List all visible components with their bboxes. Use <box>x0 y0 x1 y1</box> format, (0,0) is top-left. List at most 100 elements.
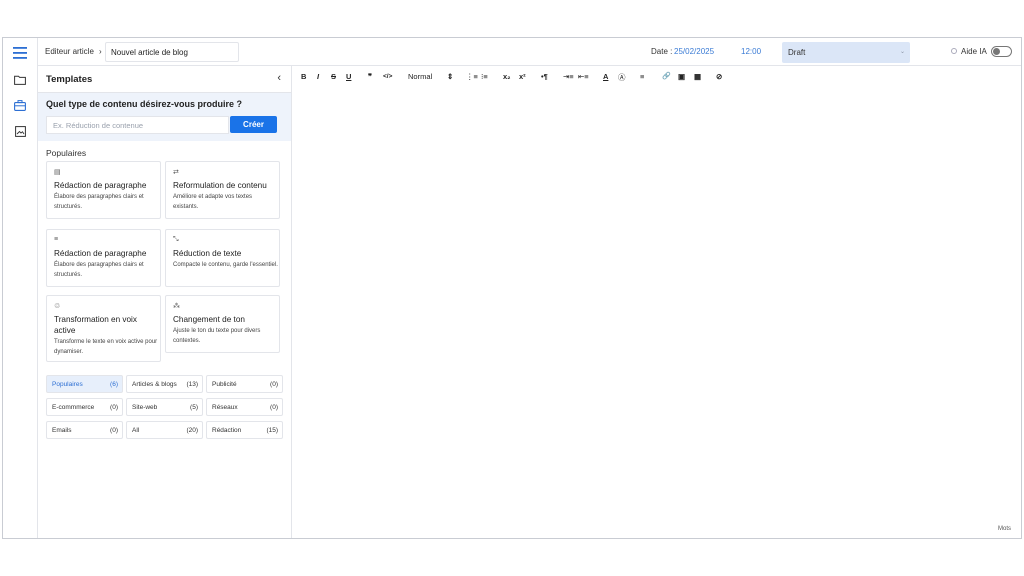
chip-label: Populaires <box>52 381 83 388</box>
chip-count: (0) <box>110 404 118 411</box>
folder-icon[interactable] <box>11 71 29 89</box>
category-chip-redaction[interactable]: Rédaction (15) <box>206 421 283 439</box>
category-chip-site-web[interactable]: Site-web (5) <box>126 398 203 416</box>
category-chip-all[interactable]: All (20) <box>126 421 203 439</box>
card-title: Rédaction de paragraphe <box>54 181 147 190</box>
video-insert-icon[interactable]: ▦ <box>694 72 701 81</box>
category-chip-publicite[interactable]: Publicité (0) <box>206 375 283 393</box>
chip-count: (15) <box>266 427 278 434</box>
template-card[interactable]: ⁂ Changement de ton Ajuste le ton du tex… <box>165 295 280 353</box>
card-title: Rédaction de paragraphe <box>54 249 147 258</box>
panel-header: Templates ‹ <box>38 66 291 93</box>
card-description: Compacte le contenu, garde l'essentiel. <box>173 262 278 268</box>
category-chip-emails[interactable]: Emails (0) <box>46 421 123 439</box>
status-value: Draft <box>788 48 806 57</box>
chip-count: (0) <box>270 381 278 388</box>
chip-count: (5) <box>190 404 198 411</box>
template-card[interactable]: ⤡ Réduction de texte Compacte le contenu… <box>165 229 280 287</box>
bold-button[interactable]: B <box>301 72 306 81</box>
subscript-button[interactable]: x₂ <box>503 72 511 81</box>
template-card[interactable]: ≡ Rédaction de paragraphe Élabore des pa… <box>46 229 161 287</box>
card-description: Élabore des paragraphes clairs et struct… <box>54 194 144 210</box>
date-label: Date : <box>651 47 673 56</box>
card-title: Réduction de texte <box>173 249 242 258</box>
question-heading: Quel type de contenu désirez-vous produi… <box>46 99 243 109</box>
list-icon: ≡ <box>54 236 59 243</box>
breadcrumb-separator: › <box>99 47 102 56</box>
panel-title: Templates <box>46 74 93 85</box>
card-description: Élabore des paragraphes clairs et struct… <box>54 262 144 278</box>
date-value[interactable]: 25/02/2025 <box>674 47 714 56</box>
popular-heading: Populaires <box>46 148 87 158</box>
chip-count: (6) <box>110 381 118 388</box>
card-title: Changement de ton <box>173 315 245 324</box>
chip-count: (13) <box>186 381 198 388</box>
templates-panel: Templates ‹ Quel type de contenu désirez… <box>38 66 292 538</box>
paragraph-icon: ▤ <box>54 169 61 176</box>
menu-icon[interactable] <box>11 44 29 62</box>
style-select[interactable]: Normal <box>408 72 432 81</box>
article-title-input[interactable] <box>105 42 239 62</box>
card-title: Reformulation de contenu <box>173 181 267 190</box>
word-count-label: Mots <box>997 526 1011 532</box>
card-description: Ajuste le ton du texte pour divers conte… <box>173 328 261 344</box>
template-card[interactable]: ▤ Rédaction de paragraphe Élabore des pa… <box>46 161 161 219</box>
italic-button[interactable]: I <box>317 72 319 81</box>
code-button[interactable]: </> <box>383 73 392 80</box>
align-button[interactable]: ≡ <box>640 72 644 81</box>
chip-label: Site-web <box>132 404 158 411</box>
header-bar: Editeur article › Date : 25/02/2025 12:0… <box>38 38 1021 66</box>
font-color-button[interactable]: A <box>603 72 608 81</box>
collapse-icon[interactable]: ‹ <box>277 72 281 84</box>
tone-icon: ⁂ <box>173 303 180 310</box>
strike-button[interactable]: S <box>331 72 336 81</box>
left-rail <box>3 38 38 538</box>
card-description: Améliore et adapte vos textes existants. <box>173 194 253 210</box>
image-icon[interactable] <box>11 122 29 140</box>
question-box: Quel type de contenu désirez-vous produi… <box>38 93 291 141</box>
chip-label: All <box>132 427 140 434</box>
ai-info-icon <box>951 48 957 54</box>
chip-label: E-commmerce <box>52 404 95 411</box>
chip-count: (0) <box>110 427 118 434</box>
template-card[interactable]: ♲ Transformation en voix active Transfor… <box>46 295 161 362</box>
editor-window: Editeur article › Date : 25/02/2025 12:0… <box>2 37 1022 539</box>
category-chip-ecommerce[interactable]: E-commmerce (0) <box>46 398 123 416</box>
outdent-button[interactable]: ⇤≡ <box>578 72 589 81</box>
status-select[interactable]: Draft ⌄ <box>782 42 910 63</box>
chip-count: (20) <box>186 427 198 434</box>
indent-button[interactable]: ⇥≡ <box>563 72 574 81</box>
transform-icon: ♲ <box>54 303 61 310</box>
text-direction-button[interactable]: •¶ <box>541 72 548 81</box>
briefcase-icon[interactable] <box>11 96 29 114</box>
underline-button[interactable]: U <box>346 72 351 81</box>
ai-label: Aide IA <box>961 47 987 56</box>
clear-format-icon[interactable]: ⊘ <box>716 72 722 81</box>
chip-label: Publicité <box>212 381 237 388</box>
style-chevron-icon[interactable]: ⇕ <box>447 72 453 81</box>
chip-count: (0) <box>270 404 278 411</box>
ordered-list-button[interactable]: ⋮≡ <box>466 72 478 81</box>
format-toolbar: B I S U ❞ </> Normal ⇕ ⋮≡ ⁝≡ x₂ x² •¶ ⇥≡… <box>292 66 1021 88</box>
chip-label: Réseaux <box>212 404 238 411</box>
link-icon[interactable]: 🔗 <box>662 72 671 80</box>
time-value[interactable]: 12:00 <box>741 47 761 56</box>
bullet-list-button[interactable]: ⁝≡ <box>481 72 488 81</box>
category-chip-populaires[interactable]: Populaires (6) <box>46 375 123 393</box>
category-chip-articles[interactable]: Articles & blogs (13) <box>126 375 203 393</box>
template-card[interactable]: ⇄ Reformulation de contenu Améliore et a… <box>165 161 280 219</box>
shrink-icon: ⤡ <box>173 236 179 243</box>
superscript-button[interactable]: x² <box>519 72 526 81</box>
create-button[interactable]: Créer <box>230 116 277 133</box>
chip-label: Articles & blogs <box>132 381 177 388</box>
quote-button[interactable]: ❞ <box>368 72 372 81</box>
content-type-input[interactable] <box>46 116 229 134</box>
editor-body[interactable]: Mots <box>292 92 1021 538</box>
background-color-button[interactable]: Ⓐ <box>618 72 626 83</box>
ai-toggle[interactable] <box>991 46 1012 57</box>
image-insert-icon[interactable]: ▣ <box>678 72 685 81</box>
category-chip-reseaux[interactable]: Réseaux (0) <box>206 398 283 416</box>
card-description: Transforme le texte en voix active pour … <box>54 339 158 355</box>
chevron-down-icon: ⌄ <box>899 49 905 55</box>
breadcrumb-editor[interactable]: Editeur article <box>45 47 94 56</box>
